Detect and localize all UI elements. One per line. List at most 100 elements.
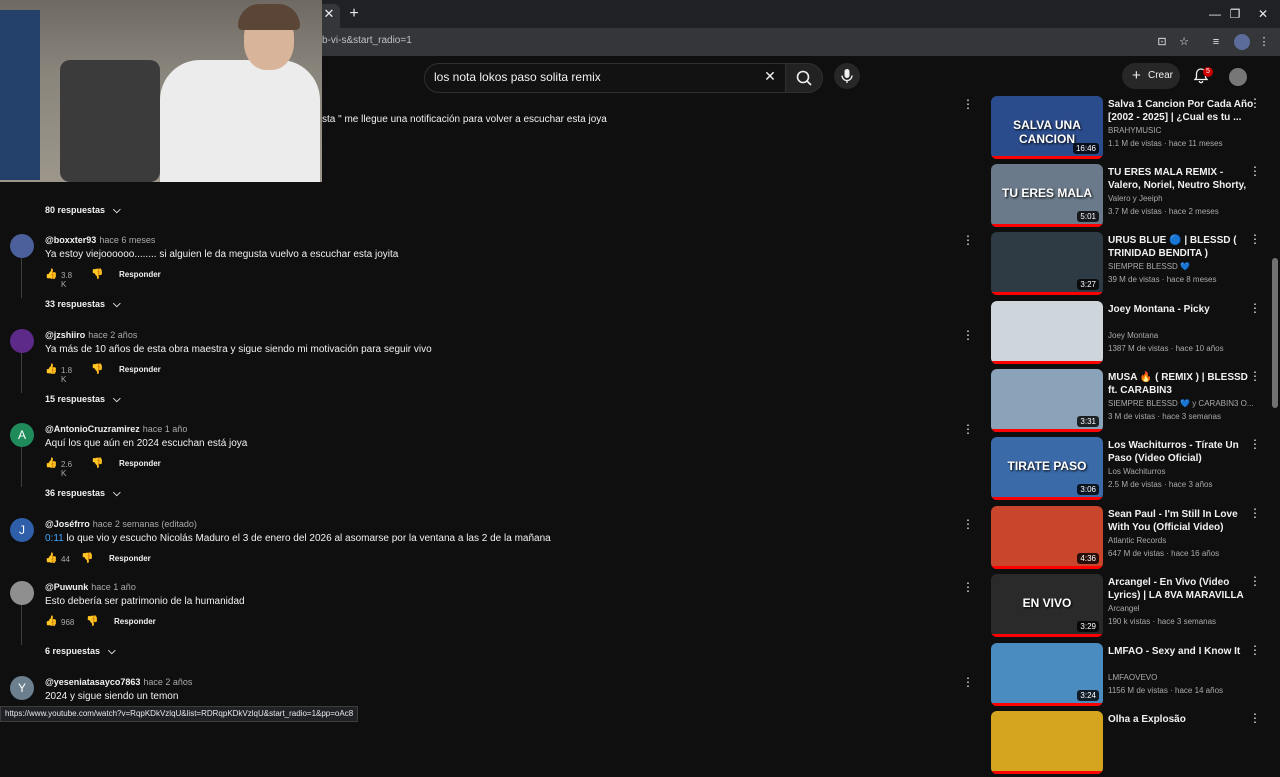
avatar[interactable]	[10, 234, 34, 258]
related-video-item[interactable]: SALVA UNA CANCION 16:46 Salva 1 Cancion Po…	[991, 96, 1271, 162]
video-more-icon[interactable]: ⋮	[1249, 506, 1261, 522]
related-video-item[interactable]: 3:31 MUSA 🔥 ( REMIX ) | BLESSD ft. CARABI…	[991, 369, 1271, 435]
video-title[interactable]: Arcangel - En Vivo (Video Lyrics) | LA 8…	[1108, 576, 1256, 602]
video-channel[interactable]: Los Wachiturros	[1108, 467, 1258, 476]
video-channel[interactable]: Valero y Jeeiph	[1108, 194, 1258, 203]
dislike-icon[interactable]: 👎	[91, 364, 103, 376]
video-title[interactable]: URUS BLUE 🔵 | BLESSD ( TRINIDAD BENDITA …	[1108, 234, 1256, 260]
dislike-icon[interactable]: 👎	[91, 269, 103, 281]
related-video-item[interactable]: EN VIVO 3:29 Arcangel - En Vivo (Video Lyr…	[991, 574, 1271, 640]
like-icon[interactable]: 👍	[45, 553, 57, 565]
video-more-icon[interactable]: ⋮	[1249, 437, 1261, 453]
dislike-icon[interactable]: 👎	[91, 458, 103, 470]
video-thumbnail[interactable]: TIRATE PASO 3:06	[991, 437, 1103, 500]
dislike-icon[interactable]: 👎	[81, 553, 93, 565]
profile-avatar[interactable]	[1234, 34, 1250, 50]
video-thumbnail[interactable]: SALVA UNA CANCION 16:46	[991, 96, 1103, 159]
video-more-icon[interactable]: ⋮	[1249, 574, 1261, 590]
account-avatar[interactable]	[1229, 68, 1247, 86]
avatar[interactable]: A	[10, 423, 34, 447]
video-channel[interactable]: LMFAOVEVO	[1108, 673, 1258, 682]
video-title[interactable]: Joey Montana - Picky	[1108, 303, 1256, 316]
restore-icon[interactable]: ❐	[1220, 4, 1250, 24]
related-video-item[interactable]: 3:27 URUS BLUE 🔵 | BLESSD ( TRINIDAD BEND…	[991, 232, 1271, 298]
search-button[interactable]	[785, 63, 823, 93]
video-thumbnail[interactable]: TU ERES MALA 5:01	[991, 164, 1103, 227]
comment-more-icon[interactable]: ⋮	[962, 516, 974, 532]
close-window-icon[interactable]: ✕	[1248, 4, 1278, 24]
video-channel[interactable]: Arcangel	[1108, 604, 1258, 613]
related-video-item[interactable]: TU ERES MALA 5:01 TU ERES MALA REMIX - Val…	[991, 164, 1271, 230]
search-query[interactable]: los nota lokos paso solita remix	[434, 70, 601, 84]
bookmark-star-icon[interactable]: ☆	[1176, 34, 1192, 50]
video-title[interactable]: Salva 1 Cancion Por Cada Año [2002 - 202…	[1108, 98, 1256, 124]
video-more-icon[interactable]: ⋮	[1249, 643, 1261, 659]
new-tab-icon[interactable]: +	[344, 4, 364, 24]
reply-button[interactable]: Responder	[109, 554, 151, 563]
reply-button[interactable]: Responder	[119, 270, 161, 279]
avatar[interactable]: Y	[10, 676, 34, 700]
browser-menu-icon[interactable]: ⋮	[1256, 34, 1272, 50]
timestamp-link[interactable]: 0:11	[45, 533, 64, 544]
view-replies-button[interactable]: 33 respuestas ⌵	[45, 299, 121, 310]
install-app-icon[interactable]: ⊡	[1154, 34, 1170, 50]
like-icon[interactable]: 👍	[45, 364, 57, 376]
view-replies-button[interactable]: 80 respuestas ⌵	[45, 205, 121, 216]
video-title[interactable]: TU ERES MALA REMIX - Valero, Noriel, Neu…	[1108, 166, 1256, 192]
video-channel[interactable]: Atlantic Records	[1108, 536, 1258, 545]
reply-button[interactable]: Responder	[114, 617, 156, 626]
reply-button[interactable]: Responder	[119, 365, 161, 374]
video-more-icon[interactable]: ⋮	[1249, 711, 1261, 727]
related-video-item[interactable]: TIRATE PASO 3:06 Los Wachiturros - Tírate …	[991, 437, 1271, 503]
avatar[interactable]	[10, 329, 34, 353]
video-thumbnail[interactable]	[991, 711, 1103, 774]
reply-button[interactable]: Responder	[119, 459, 161, 468]
related-video-item[interactable]: 4:36 Sean Paul - I'm Still In Love With Y…	[991, 506, 1271, 572]
avatar[interactable]: J	[10, 518, 34, 542]
clear-search-icon[interactable]: ✕	[762, 68, 778, 84]
like-icon[interactable]: 👍	[45, 269, 57, 281]
view-replies-button[interactable]: 6 respuestas ⌵	[45, 646, 116, 657]
related-video-item[interactable]: 3:24 LMFAO - Sexy and I Know It LMFAOVEVO 1…	[991, 643, 1271, 709]
video-thumbnail[interactable]: EN VIVO 3:29	[991, 574, 1103, 637]
comment-more-icon[interactable]: ⋮	[962, 579, 974, 595]
video-title[interactable]: Sean Paul - I'm Still In Love With You (…	[1108, 508, 1256, 534]
related-video-item[interactable]: Joey Montana - Picky Joey Montana 1387 M d…	[991, 301, 1271, 367]
address-url[interactable]: b-vi-s&start_radio=1	[322, 35, 412, 46]
video-thumbnail[interactable]: 3:27	[991, 232, 1103, 295]
video-more-icon[interactable]: ⋮	[1249, 96, 1261, 112]
video-thumbnail[interactable]	[991, 301, 1103, 364]
comment-author[interactable]: @Puwunk hace 1 año	[45, 582, 136, 592]
dislike-icon[interactable]: 👎	[86, 616, 98, 628]
comment-more-icon[interactable]: ⋮	[962, 232, 974, 248]
comment-more-icon[interactable]: ⋮	[962, 96, 974, 112]
video-title[interactable]: MUSA 🔥 ( REMIX ) | BLESSD ft. CARABIN3	[1108, 371, 1256, 397]
comment-author[interactable]: @yeseniatasayco7863 hace 2 años	[45, 677, 192, 687]
like-icon[interactable]: 👍	[45, 458, 57, 470]
video-channel[interactable]: Joey Montana	[1108, 331, 1258, 340]
video-thumbnail[interactable]: 3:31	[991, 369, 1103, 432]
video-title[interactable]: Los Wachiturros - Tírate Un Paso (Video …	[1108, 439, 1256, 465]
voice-search-button[interactable]	[834, 63, 860, 89]
video-more-icon[interactable]: ⋮	[1249, 164, 1261, 180]
video-more-icon[interactable]: ⋮	[1249, 301, 1261, 317]
create-button[interactable]: + Crear	[1122, 63, 1180, 89]
video-thumbnail[interactable]: 3:24	[991, 643, 1103, 706]
video-channel[interactable]: SIEMPRE BLESSD 💙 y CARABIN3 O...	[1108, 399, 1258, 408]
comment-author[interactable]: @Joséfrro hace 2 semanas (editado)	[45, 519, 197, 529]
media-control-icon[interactable]: ≡	[1208, 34, 1224, 50]
video-more-icon[interactable]: ⋮	[1249, 369, 1261, 385]
avatar[interactable]	[10, 581, 34, 605]
comment-author[interactable]: @AntonioCruzramirez hace 1 año	[45, 424, 187, 434]
related-video-item[interactable]: Olha a Explosão ⋮	[991, 711, 1271, 777]
video-channel[interactable]: BRAHYMUSIC	[1108, 126, 1258, 135]
video-channel[interactable]: SIEMPRE BLESSD 💙	[1108, 262, 1258, 271]
comment-author[interactable]: @boxxter93 hace 6 meses	[45, 235, 155, 245]
view-replies-button[interactable]: 15 respuestas ⌵	[45, 394, 121, 405]
video-thumbnail[interactable]: 4:36	[991, 506, 1103, 569]
tab-close-icon[interactable]: ✕	[320, 5, 338, 23]
view-replies-button[interactable]: 36 respuestas ⌵	[45, 488, 121, 499]
comment-author[interactable]: @jzshiiro hace 2 años	[45, 330, 137, 340]
comment-more-icon[interactable]: ⋮	[962, 674, 974, 690]
like-icon[interactable]: 👍	[45, 616, 57, 628]
